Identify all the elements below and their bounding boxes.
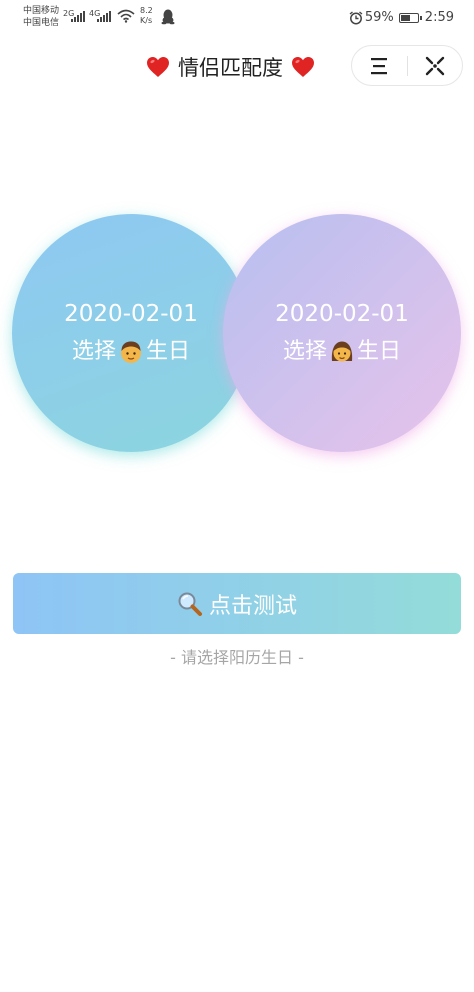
qq-icon xyxy=(161,9,175,25)
woman-emoji-icon xyxy=(331,341,353,362)
female-pick-suffix: 生日 xyxy=(357,339,402,364)
male-pick-prefix: 选择 xyxy=(71,339,116,364)
heart-icon xyxy=(292,57,314,77)
page-title: 情侣匹配度 xyxy=(146,52,315,82)
male-birthday-picker[interactable]: 2020-02-01 选择 生日 xyxy=(12,214,250,452)
male-pick-suffix: 生日 xyxy=(146,339,191,364)
female-pick-prefix: 选择 xyxy=(282,339,327,364)
carrier-1: 中国移动 xyxy=(23,6,60,16)
female-pick-label: 选择 生日 xyxy=(283,336,401,368)
female-date: 2020-02-01 xyxy=(275,301,409,327)
battery-percent: 59% xyxy=(364,10,394,25)
male-date: 2020-02-01 xyxy=(64,301,198,327)
man-emoji-icon xyxy=(121,341,141,363)
test-button[interactable]: 点击测试 xyxy=(13,573,461,634)
miniprogram-capsule xyxy=(351,45,463,86)
signal-icon xyxy=(97,11,111,22)
signal-icon xyxy=(71,11,85,22)
carrier-2: 中国电信 xyxy=(23,18,60,28)
close-button[interactable] xyxy=(407,46,462,85)
close-icon xyxy=(425,56,444,75)
speed-value: 8.2 xyxy=(140,6,153,15)
test-button-label: 点击测试 xyxy=(208,593,297,619)
speed-unit: K/s xyxy=(140,16,153,25)
status-right: 59% 2:59 xyxy=(349,10,454,25)
alarm-icon xyxy=(349,10,363,24)
network-speed: 8.2 K/s xyxy=(140,6,153,26)
wifi-icon xyxy=(117,9,135,23)
battery-icon xyxy=(398,12,422,23)
female-birthday-picker[interactable]: 2020-02-01 选择 生日 xyxy=(223,214,461,452)
magnifier-icon xyxy=(178,592,202,616)
male-pick-label: 选择 生日 xyxy=(72,336,190,368)
menu-button[interactable] xyxy=(352,46,407,85)
clock: 2:59 xyxy=(424,10,454,25)
carrier-labels: 中国移动 中国电信 xyxy=(23,5,59,29)
page-title-text: 情侣匹配度 xyxy=(178,56,283,80)
heart-icon xyxy=(147,57,169,77)
hint-text: - 请选择阳历生日 - xyxy=(170,648,304,667)
status-bar: 中国移动 中国电信 2G 4G 8.2 K/s 59% 2:59 xyxy=(0,0,474,36)
menu-icon xyxy=(371,57,388,74)
